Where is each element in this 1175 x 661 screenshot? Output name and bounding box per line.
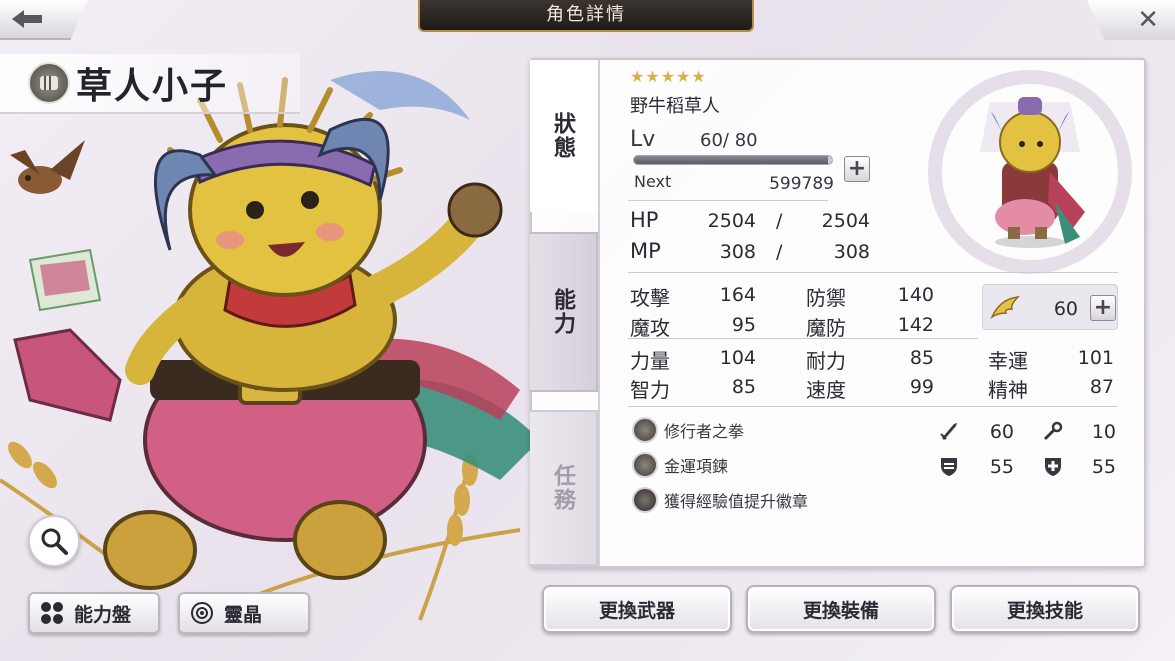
vit-value: 85 bbox=[909, 347, 934, 369]
close-icon: ✕ bbox=[1137, 5, 1159, 35]
divider bbox=[628, 338, 978, 339]
mdef-value: 142 bbox=[897, 314, 934, 336]
int-label: 智力 bbox=[630, 378, 670, 402]
equip-atk-value: 60 bbox=[989, 421, 1014, 443]
hp-label: HP bbox=[630, 208, 659, 232]
divider bbox=[628, 272, 1118, 273]
level-value: 60/ 80 bbox=[700, 130, 758, 151]
character-name: 草人小子 bbox=[76, 65, 229, 107]
matk-label: 魔攻 bbox=[630, 316, 670, 340]
spd-label: 速度 bbox=[806, 378, 846, 402]
necklace-icon bbox=[632, 452, 658, 478]
sword-icon bbox=[940, 423, 957, 440]
equip-def-value: 55 bbox=[989, 456, 1014, 478]
exp-bar-fill bbox=[634, 156, 829, 164]
sparrow-decoration bbox=[10, 140, 85, 194]
spirit-value: 87 bbox=[1089, 376, 1114, 398]
ability-board-button[interactable]: 能力盤 bbox=[28, 592, 160, 634]
int-value: 85 bbox=[731, 376, 756, 398]
mp-max: 308 bbox=[833, 241, 870, 263]
equipment-weapon-name[interactable]: 修行者之拳 bbox=[664, 418, 744, 442]
next-exp-value: 599789 bbox=[769, 174, 834, 194]
magnifier-icon bbox=[41, 528, 68, 555]
wing-plus-button[interactable]: + bbox=[1090, 295, 1116, 321]
equip-mdef-value: 55 bbox=[1091, 456, 1116, 478]
matk-value: 95 bbox=[731, 314, 756, 336]
divider bbox=[628, 200, 828, 201]
hp-current: 2504 bbox=[707, 210, 756, 232]
mdef-label: 魔防 bbox=[806, 316, 846, 340]
character-name-box: 草人小子 bbox=[0, 54, 300, 114]
atk-value: 164 bbox=[719, 284, 756, 306]
mp-label: MP bbox=[630, 239, 661, 263]
ability-board-label: 能力盤 bbox=[74, 603, 132, 626]
change-skill-button[interactable]: 更換技能 bbox=[950, 585, 1140, 633]
spirit-crystal-label: 靈晶 bbox=[224, 603, 263, 626]
badge-icon bbox=[632, 487, 658, 513]
spirit-crystal-icon bbox=[191, 602, 213, 624]
equipment-badge-name[interactable]: 獲得經驗值提升徽章 bbox=[664, 488, 808, 512]
exp-bar bbox=[633, 155, 833, 165]
str-value: 104 bbox=[719, 347, 756, 369]
hp-max: 2504 bbox=[821, 210, 870, 232]
equipment-accessory-name[interactable]: 金運項鍊 bbox=[664, 453, 728, 477]
back-button[interactable] bbox=[0, 0, 88, 40]
def-label: 防禦 bbox=[806, 286, 846, 310]
character-art bbox=[0, 71, 540, 622]
change-weapon-button[interactable]: 更換武器 bbox=[542, 585, 732, 633]
str-label: 力量 bbox=[630, 349, 670, 373]
next-exp-label: Next bbox=[634, 172, 672, 191]
fist-class-icon bbox=[28, 62, 70, 104]
zoom-button[interactable] bbox=[28, 515, 80, 567]
wing-value: 60 bbox=[1053, 298, 1078, 320]
equip-matk-value: 10 bbox=[1091, 421, 1116, 443]
page-title: 角色詳情 bbox=[418, 0, 754, 32]
spirit-crystal-button[interactable]: 靈晶 bbox=[178, 592, 310, 634]
def-value: 140 bbox=[897, 284, 934, 306]
hp-slash: / bbox=[776, 210, 783, 232]
level-up-plus-button[interactable]: + bbox=[844, 156, 870, 182]
plus-icon: + bbox=[1093, 295, 1113, 320]
change-equipment-button[interactable]: 更換裝備 bbox=[746, 585, 936, 633]
mp-slash: / bbox=[776, 241, 783, 263]
tab-divider bbox=[598, 60, 600, 566]
close-button[interactable]: ✕ bbox=[1087, 0, 1175, 40]
chibi-portrait bbox=[928, 70, 1132, 274]
fist-weapon-icon bbox=[632, 417, 658, 443]
cross-shield-icon bbox=[1045, 458, 1061, 476]
tab-ability[interactable]: 能力 bbox=[530, 232, 598, 392]
character-subname: 野牛稻草人 bbox=[630, 96, 720, 117]
mp-current: 308 bbox=[719, 241, 756, 263]
spirit-label: 精神 bbox=[988, 378, 1028, 402]
wing-icon bbox=[990, 296, 1020, 320]
arrow-left-icon bbox=[12, 10, 42, 28]
plus-icon: + bbox=[847, 156, 867, 181]
luck-value: 101 bbox=[1077, 347, 1114, 369]
ability-board-icon bbox=[41, 602, 63, 624]
spd-value: 99 bbox=[909, 376, 934, 398]
wand-icon bbox=[1043, 421, 1063, 441]
luck-label: 幸運 bbox=[988, 349, 1028, 373]
vit-label: 耐力 bbox=[806, 349, 846, 373]
level-label: Lv bbox=[630, 127, 656, 152]
tab-status[interactable]: 狀態 bbox=[530, 60, 598, 212]
atk-label: 攻擊 bbox=[630, 286, 670, 310]
shield-icon bbox=[941, 458, 957, 476]
tab-mission[interactable]: 任務 bbox=[530, 410, 598, 566]
divider bbox=[628, 406, 1118, 407]
rarity-stars: ★★★★★ bbox=[630, 67, 707, 86]
